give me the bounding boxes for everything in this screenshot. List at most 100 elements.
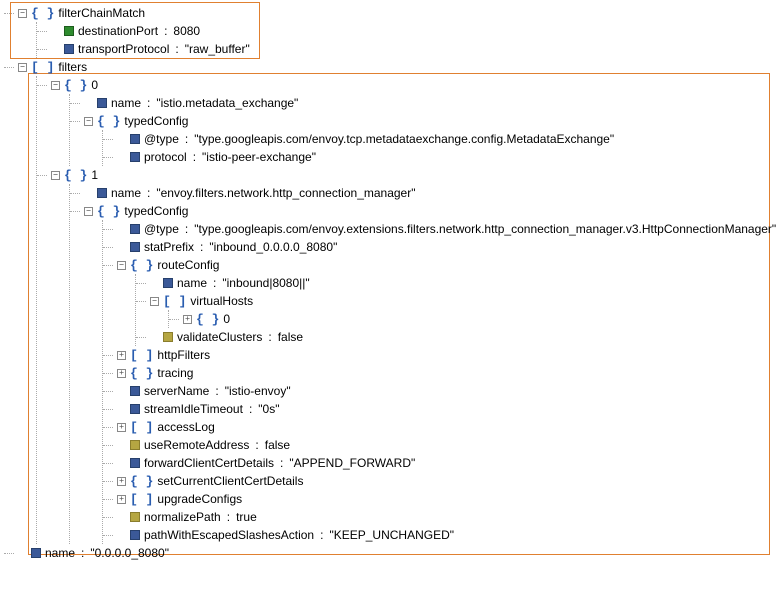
- node-filters-1[interactable]: − { } 1: [51, 166, 772, 184]
- expand-icon[interactable]: +: [117, 423, 126, 432]
- leaf-key: name: [111, 96, 141, 110]
- string-icon: [97, 98, 107, 108]
- node-label: typedConfig: [124, 204, 188, 218]
- object-icon: { }: [64, 168, 87, 183]
- collapse-icon[interactable]: −: [18, 9, 27, 18]
- string-icon: [130, 152, 140, 162]
- node-filterchainmatch[interactable]: − { } filterChainMatch: [18, 4, 772, 22]
- separator: :: [185, 222, 188, 236]
- separator: :: [147, 186, 150, 200]
- expand-icon[interactable]: +: [117, 495, 126, 504]
- node-virtualhosts-0[interactable]: + { } 0: [183, 310, 772, 328]
- string-icon: [130, 458, 140, 468]
- leaf-key: streamIdleTimeout: [144, 402, 243, 416]
- leaf-routeconfig-name[interactable]: name: "inbound|8080||": [150, 274, 772, 292]
- leaf-useremoteaddress[interactable]: useRemoteAddress: false: [117, 436, 772, 454]
- node-label: upgradeConfigs: [157, 492, 242, 506]
- node-typedconfig-1[interactable]: − { } typedConfig: [84, 202, 772, 220]
- node-virtualhosts[interactable]: − [ ] virtualHosts: [150, 292, 772, 310]
- collapse-icon[interactable]: −: [18, 63, 27, 72]
- string-icon: [130, 530, 140, 540]
- node-filters-0[interactable]: − { } 0: [51, 76, 772, 94]
- string-icon: [130, 404, 140, 414]
- json-tree: − { } filterChainMatch destinationPort :…: [4, 4, 772, 562]
- separator: :: [268, 330, 271, 344]
- leaf-value: "istio-peer-exchange": [202, 150, 316, 164]
- node-label: filterChainMatch: [58, 6, 145, 20]
- leaf-value: false: [265, 438, 290, 452]
- object-icon: { }: [64, 78, 87, 93]
- node-upgradeconfigs[interactable]: + [ ] upgradeConfigs: [117, 490, 772, 508]
- leaf-name-1[interactable]: name : "envoy.filters.network.http_conne…: [84, 184, 772, 202]
- node-label: accessLog: [157, 420, 214, 434]
- expand-icon[interactable]: +: [183, 315, 192, 324]
- node-label: setCurrentClientCertDetails: [157, 474, 303, 488]
- leaf-value: "type.googleapis.com/envoy.tcp.metadatae…: [194, 132, 614, 146]
- node-label: 0: [91, 78, 98, 92]
- number-icon: [64, 26, 74, 36]
- leaf-key: transportProtocol: [78, 42, 169, 56]
- leaf-destinationport[interactable]: destinationPort : 8080: [51, 22, 772, 40]
- array-icon: [ ]: [130, 420, 153, 435]
- string-icon: [163, 278, 173, 288]
- node-setcurrentclientcertdetails[interactable]: + { } setCurrentClientCertDetails: [117, 472, 772, 490]
- leaf-attype-1[interactable]: @type: "type.googleapis.com/envoy.extens…: [117, 220, 772, 238]
- leaf-value: "envoy.filters.network.http_connection_m…: [156, 186, 415, 200]
- object-icon: { }: [130, 474, 153, 489]
- separator: :: [164, 24, 167, 38]
- leaf-key: destinationPort: [78, 24, 158, 38]
- node-accesslog[interactable]: + [ ] accessLog: [117, 418, 772, 436]
- expand-icon[interactable]: +: [117, 477, 126, 486]
- node-label: virtualHosts: [190, 294, 253, 308]
- array-icon: [ ]: [163, 294, 186, 309]
- collapse-icon[interactable]: −: [117, 261, 126, 270]
- leaf-streamidletimeout[interactable]: streamIdleTimeout: "0s": [117, 400, 772, 418]
- node-routeconfig[interactable]: − { } routeConfig: [117, 256, 772, 274]
- object-icon: { }: [130, 258, 153, 273]
- leaf-key: forwardClientCertDetails: [144, 456, 274, 470]
- leaf-transportprotocol[interactable]: transportProtocol : "raw_buffer": [51, 40, 772, 58]
- expand-icon[interactable]: +: [117, 369, 126, 378]
- leaf-root-name[interactable]: name : "0.0.0.0_8080": [18, 544, 772, 562]
- node-label: httpFilters: [157, 348, 210, 362]
- collapse-icon[interactable]: −: [51, 81, 60, 90]
- collapse-icon[interactable]: −: [84, 207, 93, 216]
- separator: :: [81, 546, 84, 560]
- string-icon: [97, 188, 107, 198]
- leaf-key: name: [177, 276, 207, 290]
- leaf-pathwithescapedslashesaction[interactable]: pathWithEscapedSlashesAction: "KEEP_UNCH…: [117, 526, 772, 544]
- node-httpfilters[interactable]: + [ ] httpFilters: [117, 346, 772, 364]
- separator: :: [185, 132, 188, 146]
- leaf-statprefix[interactable]: statPrefix: "inbound_0.0.0.0_8080": [117, 238, 772, 256]
- separator: :: [249, 402, 252, 416]
- leaf-forwardclientcertdetails[interactable]: forwardClientCertDetails: "APPEND_FORWAR…: [117, 454, 772, 472]
- separator: :: [200, 240, 203, 254]
- node-typedconfig-0[interactable]: − { } typedConfig: [84, 112, 772, 130]
- leaf-value: false: [278, 330, 303, 344]
- node-filters[interactable]: − [ ] filters: [18, 58, 772, 76]
- array-icon: [ ]: [31, 60, 54, 75]
- collapse-icon[interactable]: −: [84, 117, 93, 126]
- array-icon: [ ]: [130, 348, 153, 363]
- leaf-protocol-0[interactable]: protocol : "istio-peer-exchange": [117, 148, 772, 166]
- leaf-servername[interactable]: serverName: "istio-envoy": [117, 382, 772, 400]
- bool-icon: [130, 440, 140, 450]
- leaf-name-0[interactable]: name : "istio.metadata_exchange": [84, 94, 772, 112]
- separator: :: [147, 96, 150, 110]
- collapse-icon[interactable]: −: [51, 171, 60, 180]
- leaf-key: serverName: [144, 384, 209, 398]
- leaf-validateclusters[interactable]: validateClusters: false: [150, 328, 772, 346]
- leaf-normalizepath[interactable]: normalizePath: true: [117, 508, 772, 526]
- leaf-attype-0[interactable]: @type : "type.googleapis.com/envoy.tcp.m…: [117, 130, 772, 148]
- node-label: typedConfig: [124, 114, 188, 128]
- node-tracing[interactable]: + { } tracing: [117, 364, 772, 382]
- leaf-value: "inbound_0.0.0.0_8080": [209, 240, 337, 254]
- expand-icon[interactable]: +: [117, 351, 126, 360]
- string-icon: [130, 224, 140, 234]
- leaf-key: validateClusters: [177, 330, 262, 344]
- leaf-key: protocol: [144, 150, 187, 164]
- collapse-icon[interactable]: −: [150, 297, 159, 306]
- leaf-key: @type: [144, 222, 179, 236]
- object-icon: { }: [31, 6, 54, 21]
- node-label: 1: [91, 168, 98, 182]
